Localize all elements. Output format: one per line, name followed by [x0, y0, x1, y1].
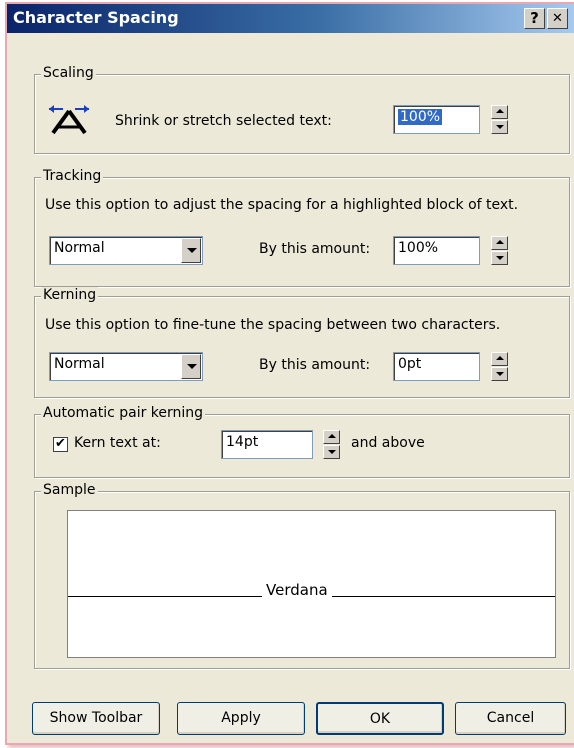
tracking-description: Use this option to adjust the spacing fo…	[45, 197, 519, 213]
cancel-button[interactable]: Cancel	[455, 702, 566, 735]
tracking-mode-value: Normal	[54, 240, 105, 256]
kerning-spin-down[interactable]	[491, 367, 508, 381]
tracking-amount-input[interactable]: 100%	[393, 236, 480, 265]
scaling-icon	[47, 101, 91, 141]
scaling-value: 100%	[398, 109, 443, 125]
kerning-amount-value: 0pt	[398, 356, 422, 372]
tracking-group: Tracking	[34, 168, 570, 287]
tracking-mode-select[interactable]: Normal	[49, 236, 203, 265]
kerning-spin-up[interactable]	[491, 352, 508, 366]
scaling-legend: Scaling	[41, 65, 96, 81]
tracking-amount-label: By this amount:	[259, 241, 371, 257]
tracking-spin-down[interactable]	[491, 251, 508, 265]
close-button[interactable]: ✕	[547, 8, 568, 29]
sample-text: Verdana	[262, 581, 332, 599]
kern-spin-up[interactable]	[323, 430, 340, 444]
kerning-amount-label: By this amount:	[259, 357, 371, 373]
tracking-amount-value: 100%	[398, 240, 439, 256]
kern-size-value: 14pt	[226, 434, 259, 450]
ok-button[interactable]: OK	[316, 702, 444, 735]
tracking-spinner[interactable]	[491, 236, 508, 265]
chevron-down-icon[interactable]	[181, 354, 201, 379]
chevron-down-icon[interactable]	[181, 238, 201, 263]
tracking-legend: Tracking	[41, 168, 104, 184]
kern-checkbox[interactable]: ✔	[53, 437, 68, 452]
sample-legend: Sample	[41, 482, 98, 498]
sample-preview: Verdana	[67, 510, 556, 658]
title-bar[interactable]: Character Spacing ? ✕	[7, 4, 574, 33]
dialog-title: Character Spacing	[13, 8, 179, 27]
kern-spin-down[interactable]	[323, 445, 340, 459]
scaling-input[interactable]: 100%	[393, 105, 480, 134]
kerning-mode-value: Normal	[54, 356, 105, 372]
scaling-spin-up[interactable]	[491, 105, 508, 119]
kerning-group: Kerning	[34, 287, 570, 398]
kerning-mode-select[interactable]: Normal	[49, 352, 203, 381]
kern-suffix: and above	[351, 435, 425, 451]
help-button[interactable]: ?	[524, 8, 545, 29]
kerning-description: Use this option to fine-tune the spacing…	[45, 317, 501, 333]
character-spacing-dialog: Character Spacing ? ✕ Scaling Shrink or …	[5, 2, 574, 745]
kerning-spinner[interactable]	[491, 352, 508, 381]
kern-size-spinner[interactable]	[323, 430, 340, 459]
scaling-label: Shrink or stretch selected text:	[115, 113, 332, 129]
apply-button[interactable]: Apply	[177, 702, 305, 735]
scaling-spinner[interactable]	[491, 105, 508, 134]
tracking-spin-up[interactable]	[491, 236, 508, 250]
kern-size-input[interactable]: 14pt	[221, 430, 313, 459]
auto-kerning-legend: Automatic pair kerning	[41, 405, 206, 421]
scaling-spin-down[interactable]	[491, 120, 508, 134]
kerning-legend: Kerning	[41, 287, 99, 303]
kern-checkbox-label[interactable]: Kern text at:	[74, 435, 161, 451]
show-toolbar-button[interactable]: Show Toolbar	[32, 702, 160, 735]
kerning-amount-input[interactable]: 0pt	[393, 352, 480, 381]
